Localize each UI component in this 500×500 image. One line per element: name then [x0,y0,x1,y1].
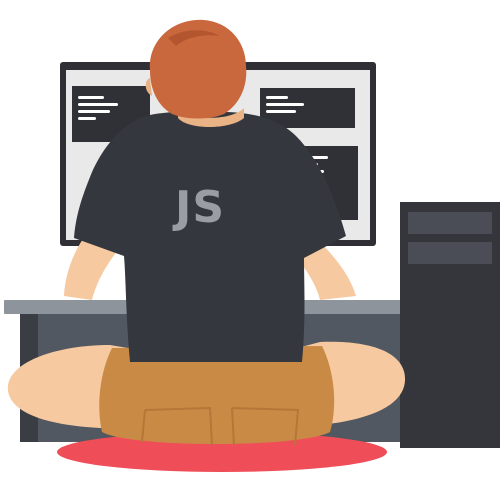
developer-illustration: JS [4,19,500,472]
tower-slot-1 [408,212,492,234]
shirt-text: JS [172,182,225,233]
computer-tower-icon [400,202,500,448]
tower-case [400,202,500,448]
tower-slot-2 [408,242,492,264]
